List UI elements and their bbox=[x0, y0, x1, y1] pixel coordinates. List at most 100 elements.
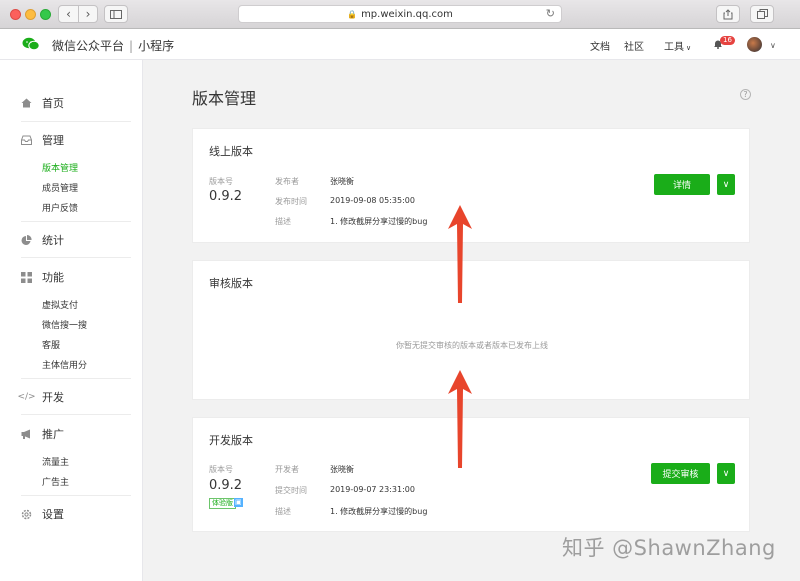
sidebar-item-label: 首页 bbox=[42, 97, 64, 110]
code-icon: </> bbox=[17, 392, 36, 402]
developer-label: 开发者 bbox=[275, 465, 299, 474]
card-title: 线上版本 bbox=[209, 145, 253, 158]
trial-badge: 体验版 bbox=[209, 498, 236, 509]
publish-time-label: 发布时间 bbox=[275, 197, 307, 206]
sidebar-item-label: 推广 bbox=[42, 428, 64, 441]
sidebar-item-label: 开发 bbox=[42, 391, 64, 404]
sidebar-item-manage[interactable]: 管理 bbox=[21, 132, 64, 148]
more-actions-button[interactable]: ∨ bbox=[717, 463, 735, 484]
more-actions-button[interactable]: ∨ bbox=[717, 174, 735, 195]
zoom-window-button[interactable] bbox=[40, 9, 51, 20]
sidebar-item-wechat-search[interactable]: 微信搜一搜 bbox=[42, 318, 87, 331]
sidebar-item-stats[interactable]: 统计 bbox=[21, 232, 64, 248]
sidebar-item-home[interactable]: 首页 bbox=[21, 95, 64, 111]
sidebar-item-label: 管理 bbox=[42, 134, 64, 147]
gear-icon bbox=[21, 509, 32, 520]
community-link[interactable]: 社区 bbox=[624, 38, 644, 53]
grid-icon bbox=[21, 271, 32, 283]
description-value: 1. 修改截屏分享过慢的bug bbox=[330, 217, 428, 226]
annotation-arrow-up bbox=[448, 370, 472, 468]
empty-state-text: 你暂无提交审核的版本或者版本已发布上线 bbox=[396, 341, 548, 350]
back-button[interactable]: ‹ bbox=[59, 6, 78, 22]
developer-value: 张晓衡 bbox=[330, 465, 354, 474]
docs-link[interactable]: 文档 bbox=[590, 38, 610, 53]
publish-time-value: 2019-09-08 05:35:00 bbox=[330, 196, 415, 205]
share-icon bbox=[723, 8, 733, 19]
watermark: 知乎 @ShawnZhang bbox=[562, 536, 776, 560]
card-title: 开发版本 bbox=[209, 434, 253, 447]
card-title: 审核版本 bbox=[209, 277, 253, 290]
site-header: 微信公众平台 | 小程序 文档 社区 工具 ∨ 16 ∨ bbox=[0, 29, 800, 60]
inbox-icon bbox=[21, 135, 32, 146]
sidebar-item-member-manage[interactable]: 成员管理 bbox=[42, 181, 78, 194]
megaphone-icon bbox=[21, 429, 32, 440]
avatar[interactable] bbox=[747, 37, 762, 52]
sidebar-item-develop[interactable]: </> 开发 bbox=[17, 389, 64, 405]
submit-review-button[interactable]: 提交审核 bbox=[651, 463, 710, 484]
details-button[interactable]: 详情 bbox=[654, 174, 710, 195]
sidebar-toggle-button[interactable] bbox=[104, 5, 128, 23]
tabs-button[interactable] bbox=[750, 5, 774, 23]
annotation-arrow-up bbox=[448, 205, 472, 303]
tools-label: 工具 bbox=[664, 42, 684, 53]
sidebar-item-features[interactable]: 功能 bbox=[21, 269, 64, 285]
help-icon[interactable]: ? bbox=[740, 89, 751, 100]
divider bbox=[21, 414, 131, 415]
version-number: 0.9.2 bbox=[209, 478, 243, 493]
notification-badge: 16 bbox=[720, 36, 735, 45]
version-number: 0.9.2 bbox=[209, 189, 243, 204]
sidebar-item-traffic-owner[interactable]: 流量主 bbox=[42, 455, 69, 468]
page-title: 版本管理 bbox=[192, 89, 257, 108]
divider bbox=[21, 121, 131, 122]
tools-menu[interactable]: 工具 ∨ bbox=[664, 38, 691, 53]
publisher-value: 张晓衡 bbox=[330, 177, 354, 186]
version-label: 版本号 bbox=[209, 177, 233, 186]
sidebar-item-label: 功能 bbox=[42, 271, 64, 284]
publisher-label: 发布者 bbox=[275, 177, 299, 186]
sidebar-item-label: 统计 bbox=[42, 234, 64, 247]
divider bbox=[21, 378, 131, 379]
sidebar-item-settings[interactable]: 设置 bbox=[21, 506, 64, 522]
description-label: 描述 bbox=[275, 507, 291, 516]
sidebar-item-advertiser[interactable]: 广告主 bbox=[42, 475, 69, 488]
platform-brand[interactable]: 微信公众平台 | 小程序 bbox=[52, 37, 174, 54]
description-value: 1. 修改截屏分享过慢的bug bbox=[330, 507, 428, 516]
sidebar-item-user-feedback[interactable]: 用户反馈 bbox=[42, 201, 78, 214]
wechat-logo-icon bbox=[22, 37, 40, 51]
home-icon bbox=[21, 98, 32, 109]
divider bbox=[21, 257, 131, 258]
product-name: 小程序 bbox=[138, 39, 175, 53]
chevron-down-icon: ∨ bbox=[722, 179, 730, 190]
browser-toolbar: ‹ › 🔒 mp.weixin.qq.com ↻ bbox=[0, 0, 800, 29]
sidebar-item-label: 设置 bbox=[42, 508, 64, 521]
sidebar-item-version-manage[interactable]: 版本管理 bbox=[42, 161, 78, 174]
qr-code-icon[interactable]: ▣ bbox=[234, 498, 243, 507]
version-label: 版本号 bbox=[209, 465, 233, 474]
pie-chart-icon bbox=[21, 234, 32, 246]
chevron-down-icon: ∨ bbox=[722, 468, 730, 479]
sidebar-item-virtual-pay[interactable]: 虚拟支付 bbox=[42, 298, 78, 311]
close-window-button[interactable] bbox=[10, 9, 21, 20]
url-text: mp.weixin.qq.com bbox=[361, 8, 453, 20]
reload-icon[interactable]: ↻ bbox=[546, 7, 555, 20]
sidebar-icon bbox=[110, 9, 122, 19]
tabs-icon bbox=[756, 9, 768, 19]
submit-time-label: 提交时间 bbox=[275, 486, 307, 495]
sidebar-item-customer-service[interactable]: 客服 bbox=[42, 338, 60, 351]
chevron-down-icon[interactable]: ∨ bbox=[770, 41, 776, 50]
description-label: 描述 bbox=[275, 217, 291, 226]
sidebar-item-promote[interactable]: 推广 bbox=[21, 426, 64, 442]
minimize-window-button[interactable] bbox=[25, 9, 36, 20]
lock-icon: 🔒 bbox=[347, 9, 358, 19]
divider bbox=[21, 221, 131, 222]
brand-name: 微信公众平台 bbox=[52, 39, 125, 53]
sidebar: 首页 管理 版本管理 成员管理 用户反馈 统计 功能 虚拟支付 微信搜一搜 客服… bbox=[0, 60, 143, 581]
share-button[interactable] bbox=[716, 5, 740, 23]
forward-button[interactable]: › bbox=[78, 6, 97, 22]
divider bbox=[21, 495, 131, 496]
address-bar[interactable]: 🔒 mp.weixin.qq.com ↻ bbox=[238, 5, 562, 23]
chevron-down-icon: ∨ bbox=[686, 44, 692, 52]
submit-time-value: 2019-09-07 23:31:00 bbox=[330, 485, 415, 494]
history-nav: ‹ › bbox=[58, 5, 98, 23]
sidebar-item-credit-score[interactable]: 主体信用分 bbox=[42, 358, 87, 371]
